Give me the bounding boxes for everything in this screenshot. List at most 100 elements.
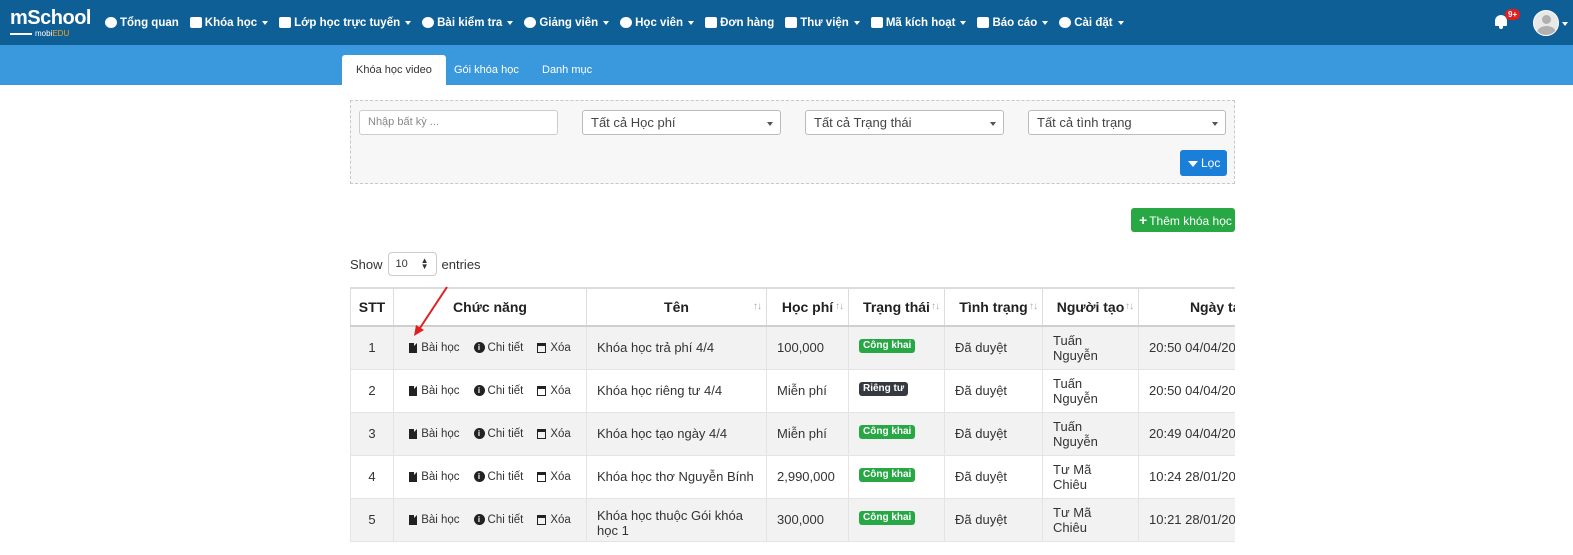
sort-icon: ↑↓ (835, 301, 844, 312)
users-icon (524, 17, 537, 28)
trash-icon (537, 342, 547, 353)
condition-select[interactable]: Tất cả tình trạng (1028, 110, 1226, 135)
detail-link[interactable]: i Chi tiết (473, 384, 524, 397)
nav-activation-codes[interactable]: Mã kích hoạt (870, 17, 967, 29)
tab-video-courses[interactable]: Khóa học video (342, 55, 446, 85)
main-menu: Tổng quan Khóa học Lớp học trực tuyến Bà… (105, 0, 1135, 45)
list-icon (189, 17, 202, 28)
delete-label: Xóa (550, 513, 571, 526)
delete-link[interactable]: Xóa (537, 385, 571, 397)
trash-icon (537, 471, 547, 482)
page-length-control: Show 10 ▲ ▼ entries (350, 252, 481, 276)
header-created-date[interactable]: Ngày tạo (1138, 287, 1235, 327)
nav-orders[interactable]: Đơn hàng (705, 17, 774, 29)
filter-button[interactable]: Lọc (1180, 150, 1227, 176)
detail-label: Chi tiết (487, 341, 524, 354)
cell-creator: Tư Mã Chiêu (1042, 497, 1139, 542)
chevron-down-icon (1042, 20, 1049, 25)
chevron-down-icon (853, 20, 860, 25)
add-course-button[interactable]: + Thêm khóa học (1131, 208, 1235, 232)
cell-status: Công khai (848, 454, 945, 499)
cell-stt: 5 (350, 497, 394, 542)
chevron-down-icon (688, 20, 695, 25)
cell-creator: Tuấn Nguyễn (1042, 325, 1139, 370)
cell-created-date: 10:21 28/01/20 (1138, 497, 1235, 542)
notification-badge: 9+ (1505, 9, 1521, 20)
search-input[interactable]: Nhập bất kỳ ... (359, 110, 558, 135)
header-status[interactable]: Trạng thái ↑↓ (848, 287, 945, 327)
filter-panel: Nhập bất kỳ ... Tất cả Học phí Tất cả Tr… (350, 100, 1235, 184)
nav-courses[interactable]: Khóa học (189, 17, 269, 29)
cell-creator: Tuấn Nguyễn (1042, 411, 1139, 456)
delete-link[interactable]: Xóa (537, 428, 571, 440)
page-length-value: 10 (395, 258, 408, 270)
detail-link[interactable]: i Chi tiết (473, 341, 524, 354)
header-name[interactable]: Tên ↑↓ (586, 287, 767, 327)
cell-actions: Bài học i Chi tiết Xóa (393, 497, 587, 542)
lessons-link[interactable]: Bài học (409, 513, 460, 526)
nav-library[interactable]: Thư viện (785, 17, 860, 29)
tab-categories[interactable]: Danh mục (528, 55, 606, 85)
page-length-select[interactable]: 10 ▲ ▼ (387, 252, 437, 276)
delete-link[interactable]: Xóa (537, 471, 571, 483)
chevron-down-icon (1212, 122, 1218, 126)
lessons-label: Bài học (421, 513, 460, 526)
lessons-label: Bài học (421, 341, 460, 354)
status-select[interactable]: Tất cả Trạng thái (805, 110, 1004, 135)
nav-settings[interactable]: Cài đặt (1059, 17, 1124, 29)
cell-status: Riêng tư (848, 368, 945, 413)
cell-status: Công khai (848, 411, 945, 456)
filter-button-label: Lọc (1201, 156, 1221, 170)
video-camera-icon (279, 17, 292, 28)
lessons-link[interactable]: Bài học (409, 428, 460, 440)
nav-reports[interactable]: Báo cáo (977, 17, 1049, 29)
courses-table: STT Chức năng Tên ↑↓ Học phí ↑↓ Trạng thái… (350, 287, 1235, 542)
shopping-cart-icon (705, 17, 718, 28)
nav-students[interactable]: Học viên (620, 17, 695, 29)
detail-label: Chi tiết (487, 384, 524, 397)
nav-instructors[interactable]: Giảng viên (524, 17, 610, 29)
lessons-link[interactable]: Bài học (409, 471, 460, 483)
trash-icon (537, 385, 547, 396)
nav-dashboard[interactable]: Tổng quan (105, 17, 179, 29)
sort-icon: ↑↓ (1125, 301, 1134, 312)
status-badge: Công khai (859, 425, 916, 439)
cell-condition: Đã duyệt (944, 411, 1043, 456)
file-icon (409, 428, 418, 439)
info-icon: i (473, 428, 485, 439)
app-logo[interactable]: mSchool mobiEDU (10, 8, 91, 38)
cell-actions: Bài học i Chi tiết Xóa (393, 454, 587, 499)
avatar[interactable] (1533, 10, 1559, 36)
lessons-link[interactable]: Bài học (409, 385, 460, 397)
chevron-down-icon (507, 20, 514, 25)
detail-label: Chi tiết (487, 513, 524, 526)
table-row: 3 Bài học i Chi tiết Xóa Khóa học tạo ngày 4/… (350, 411, 1235, 456)
header-condition[interactable]: Tình trạng ↑↓ (944, 287, 1043, 327)
detail-link[interactable]: i Chi tiết (473, 513, 524, 526)
detail-link[interactable]: i Chi tiết (473, 470, 524, 483)
delete-link[interactable]: Xóa (537, 513, 571, 526)
trash-icon (537, 514, 547, 525)
delete-link[interactable]: Xóa (537, 342, 571, 354)
header-stt[interactable]: STT (350, 287, 394, 327)
nav-tests[interactable]: Bài kiểm tra (422, 17, 514, 29)
chevron-down-icon (405, 20, 412, 25)
cell-stt: 3 (350, 411, 394, 456)
detail-label: Chi tiết (487, 470, 524, 483)
lessons-link[interactable]: Bài học (409, 341, 460, 354)
filter-icon (1188, 161, 1198, 167)
status-select-value: Tất cả Trạng thái (814, 115, 912, 130)
header-creator[interactable]: Người tạo ↑↓ (1042, 287, 1139, 327)
chevron-down-icon (960, 20, 967, 25)
nav-online-classes[interactable]: Lớp học trực tuyến (279, 17, 412, 29)
gears-icon (1059, 17, 1072, 28)
detail-link[interactable]: i Chi tiết (473, 427, 524, 440)
status-badge: Công khai (859, 468, 916, 482)
book-icon (785, 17, 798, 28)
fee-select[interactable]: Tất cả Học phí (582, 110, 781, 135)
detail-label: Chi tiết (487, 427, 524, 440)
header-fee[interactable]: Học phí ↑↓ (766, 287, 849, 327)
table-header-row: STT Chức năng Tên ↑↓ Học phí ↑↓ Trạng thái… (350, 287, 1235, 327)
tab-course-packages[interactable]: Gói khóa học (440, 55, 533, 85)
chevron-down-icon[interactable] (1562, 22, 1568, 26)
